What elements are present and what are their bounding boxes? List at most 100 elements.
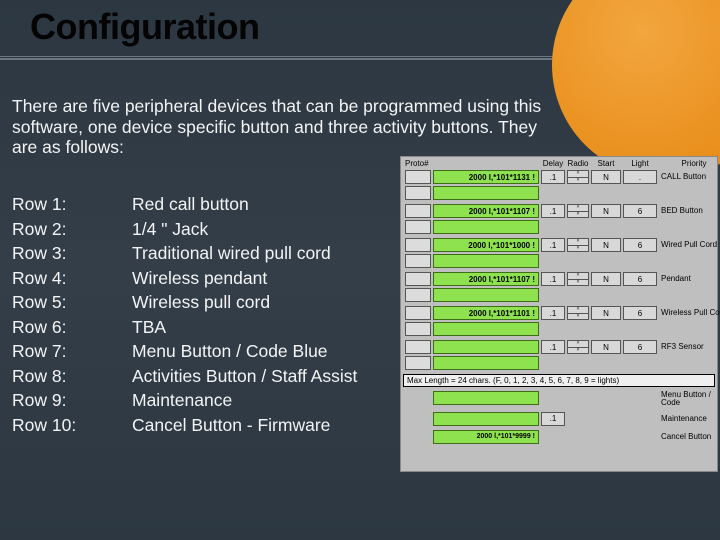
row-label: Row 5: [12,290,132,315]
delay-cell[interactable]: .1 [541,412,565,426]
radio-cell[interactable]: N [591,340,621,354]
chevron-down-icon[interactable]: ˅ [567,178,589,185]
panel-row: .1˄˅N6RF3 Sensor [403,340,715,370]
chevron-down-icon[interactable]: ˅ [567,246,589,253]
priority-cell[interactable]: . [623,170,657,184]
radio-cell[interactable]: N [591,204,621,218]
row-toggle-button[interactable] [405,186,431,200]
row-desc: 1/4 " Jack [132,217,357,242]
row-toggle-button[interactable] [405,340,431,354]
row-label: Row 6: [12,315,132,340]
proto-field[interactable] [433,288,539,302]
radio-cell[interactable]: N [591,272,621,286]
proto-field[interactable]: 2000 l,*101*1107 ! [433,204,539,218]
row-definition: Row 3:Traditional wired pull cord [12,241,357,266]
row-toggle-button[interactable] [405,254,431,268]
row-label: Row 8: [12,364,132,389]
delay-cell[interactable]: .1 [541,272,565,286]
priority-cell[interactable]: 6 [623,272,657,286]
row-label: RF3 Sensor [659,340,720,354]
proto-field[interactable] [433,356,539,370]
row-definition: Row 6:TBA [12,315,357,340]
header-radio: Radio [567,159,589,168]
row-toggle-button[interactable] [405,356,431,370]
panel-column-headers: Proto# Delay Radio Start Light Priority [403,159,715,168]
row-toggle-button[interactable] [405,306,431,320]
row-label: Wired Pull Cord [659,238,720,252]
row-toggle-button[interactable] [405,272,431,286]
proto-field[interactable]: 2000 l,*101*1131 ! [433,170,539,184]
row-definition: Row 10: Cancel Button - Firmware [12,413,357,438]
delay-cell[interactable]: .1 [541,238,565,252]
row-toggle-button[interactable] [405,288,431,302]
priority-cell[interactable]: 6 [623,340,657,354]
row-label: Row 1: [12,192,132,217]
row-label: Menu Button / Code [659,391,720,408]
chevron-down-icon[interactable]: ˅ [567,280,589,287]
row-toggle-button[interactable] [405,220,431,234]
row-definition: Row 4:Wireless pendant [12,266,357,291]
row-toggle-button[interactable] [405,170,431,184]
row-desc: Traditional wired pull cord [132,241,357,266]
panel-footer-row-3: 2000 l,*101*9999 ! Cancel Button [403,430,715,444]
row-desc: TBA [132,315,357,340]
start-stepper[interactable]: ˄˅ [567,272,589,286]
proto-field[interactable]: 2000 l,*101*1000 ! [433,238,539,252]
delay-cell[interactable]: .1 [541,306,565,320]
start-stepper[interactable]: ˄˅ [567,340,589,354]
config-panel: Proto# Delay Radio Start Light Priority … [400,156,718,472]
delay-cell[interactable]: .1 [541,204,565,218]
panel-row: 2000 l,*101*1107 !.1˄˅N6Pendant [403,272,715,302]
row-label: Pendant [659,272,720,286]
start-stepper[interactable]: ˄˅ [567,204,589,218]
priority-cell[interactable]: 6 [623,238,657,252]
radio-cell[interactable]: N [591,306,621,320]
proto-field[interactable] [433,412,539,426]
chevron-down-icon[interactable]: ˅ [567,212,589,219]
chevron-down-icon[interactable]: ˅ [567,348,589,355]
row-label: Maintenance [659,412,720,426]
proto-field[interactable] [433,220,539,234]
delay-cell[interactable]: .1 [541,340,565,354]
row-label: Row 7: [12,339,132,364]
proto-field[interactable] [433,391,539,405]
header-priority: Priority [659,159,720,168]
row-toggle-button[interactable] [405,204,431,218]
row-label: Wireless Pull Cord [659,306,720,320]
row-label: Row 9: [12,388,132,413]
proto-field[interactable]: 2000 l,*101*1107 ! [433,272,539,286]
chevron-down-icon[interactable]: ˅ [567,314,589,321]
proto-field[interactable] [433,186,539,200]
row-definitions: Row 1:Red call buttonRow 2:1/4 " JackRow… [12,192,357,437]
row-label: BED Button [659,204,720,218]
panel-footer-row-1: Menu Button / Code [403,391,715,408]
proto-field[interactable] [433,340,539,354]
proto-field[interactable] [433,254,539,268]
radio-cell[interactable]: N [591,170,621,184]
start-stepper[interactable]: ˄˅ [567,238,589,252]
row-definition: Row 1:Red call button [12,192,357,217]
proto-field[interactable]: 2000 l,*101*9999 ! [433,430,539,444]
header-start: Start [591,159,621,168]
start-stepper[interactable]: ˄˅ [567,306,589,320]
radio-cell[interactable]: N [591,238,621,252]
header-delay: Delay [541,159,565,168]
delay-cell[interactable]: .1 [541,170,565,184]
priority-cell[interactable]: 6 [623,306,657,320]
panel-row: 2000 l,*101*1107 !.1˄˅N6BED Button [403,204,715,234]
start-stepper[interactable]: ˄˅ [567,170,589,184]
panel-row: 2000 l,*101*1131 !.1˄˅N.CALL Button [403,170,715,200]
panel-row: 2000 l,*101*1000 !.1˄˅N6Wired Pull Cord [403,238,715,268]
row-definition: Row 9:Maintenance [12,388,357,413]
priority-cell[interactable]: 6 [623,204,657,218]
row-toggle-button[interactable] [405,238,431,252]
row-definition: Row 8:Activities Button / Staff Assist [12,364,357,389]
row-label: Row 10: [12,413,132,438]
row-toggle-button[interactable] [405,322,431,336]
row-desc: Cancel Button - Firmware [132,413,357,438]
proto-field[interactable]: 2000 l,*101*1101 ! [433,306,539,320]
decorative-circle [552,0,720,178]
row-desc: Wireless pendant [132,266,357,291]
row-desc: Menu Button / Code Blue [132,339,357,364]
proto-field[interactable] [433,322,539,336]
